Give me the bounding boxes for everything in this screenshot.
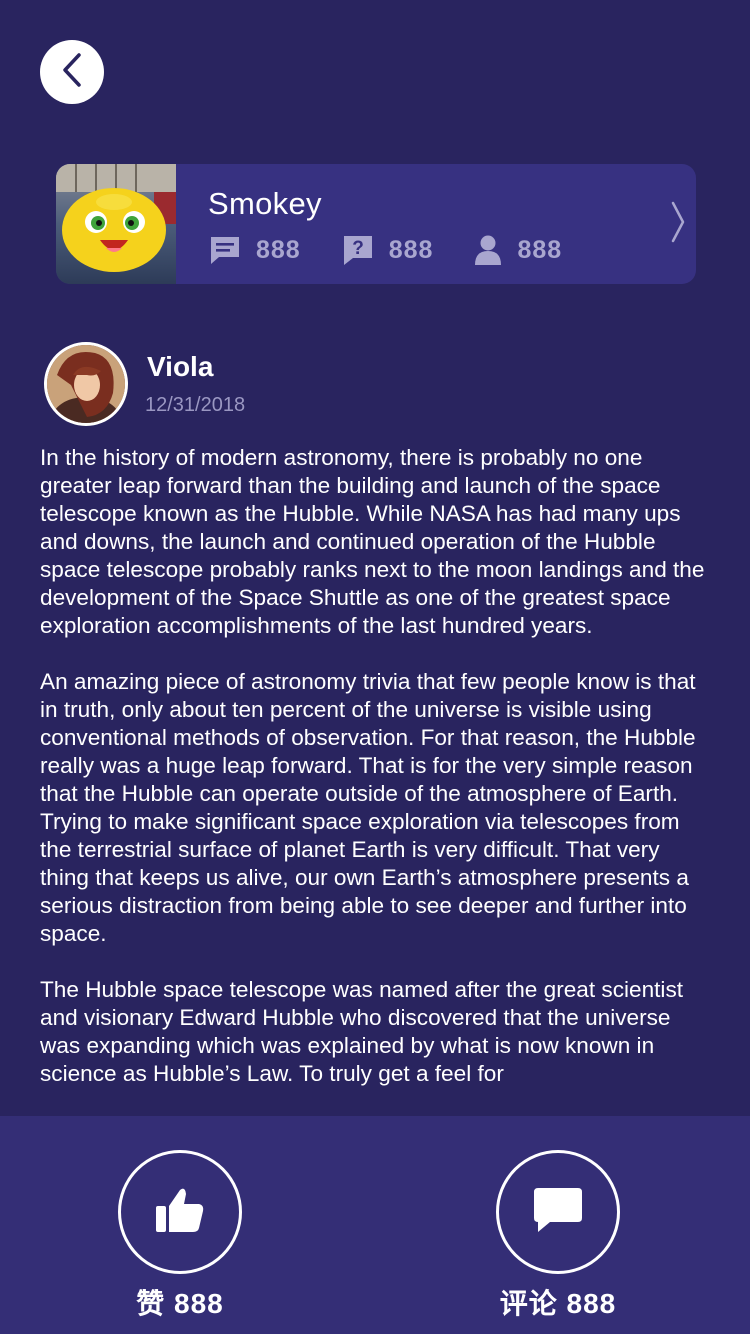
stat-questions: ? 888	[341, 234, 434, 266]
author-card[interactable]: Smokey 888 ? 888 888	[56, 164, 696, 284]
thumbs-up-icon	[154, 1186, 206, 1239]
comment-action: 评论 888	[478, 1150, 638, 1322]
stat-followers-value: 888	[517, 235, 563, 264]
post-paragraph: An amazing piece of astronomy trivia tha…	[40, 669, 696, 946]
post-username[interactable]: Viola	[147, 351, 213, 383]
stat-messages-value: 888	[256, 235, 301, 264]
stat-questions-value: 888	[388, 235, 434, 264]
comment-icon	[532, 1186, 584, 1239]
like-action: 赞 888	[100, 1150, 260, 1322]
comment-count-label: 评论 888	[499, 1288, 617, 1319]
question-icon: ?	[341, 234, 375, 266]
author-name: Smokey	[208, 186, 322, 221]
svg-text:?: ?	[352, 238, 364, 259]
stat-followers: 888	[473, 234, 562, 266]
user-icon	[473, 234, 503, 266]
chevron-left-icon	[61, 52, 83, 93]
post-date: 12/31/2018	[145, 394, 246, 416]
author-stats: 888 ? 888 888	[208, 234, 602, 266]
like-count-label: 赞 888	[136, 1288, 224, 1319]
post-paragraph: In the history of modern astronomy, ther…	[40, 445, 705, 638]
post-avatar[interactable]	[44, 342, 128, 426]
back-button[interactable]	[40, 40, 104, 104]
comment-button[interactable]	[496, 1150, 620, 1274]
stat-messages: 888	[208, 234, 301, 266]
chevron-right-icon	[670, 200, 686, 249]
post-body: In the history of modern astronomy, ther…	[40, 444, 712, 1116]
post-paragraph: The Hubble space telescope was named aft…	[40, 977, 684, 1086]
bottom-action-bar: 赞 888 评论 888	[0, 1116, 750, 1334]
message-icon	[208, 234, 242, 266]
like-button[interactable]	[118, 1150, 242, 1274]
author-thumbnail	[56, 164, 176, 284]
